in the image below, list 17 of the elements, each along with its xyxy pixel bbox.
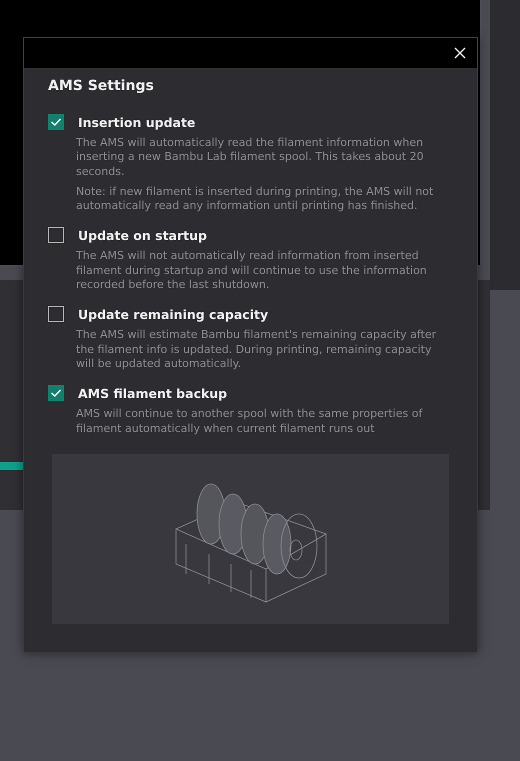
check-icon	[50, 388, 62, 398]
option-description: The AMS will not automatically read information from inserted filament during startup and will continue to use the information recorded before the last shutdown.	[76, 249, 428, 292]
close-icon	[454, 47, 466, 59]
option-description: AMS will continue to another spool with the same properties of filament automatically when current filament runs out	[76, 407, 424, 436]
option-description: The AMS will automatically read the filament information when inserting a new Bambu Lab filament spool. This takes about 20 seconds.	[76, 136, 425, 179]
checkbox[interactable]	[48, 227, 64, 244]
checkbox[interactable]	[48, 306, 64, 322]
dialog-title: AMS Settings	[48, 78, 155, 94]
option-label: Insertion update	[78, 114, 196, 130]
option-label: Update on startup	[78, 228, 207, 243]
option-description: The AMS will estimate Bambu filament's remaining capacity after the filament info is updated. During printing, remaining capacity will be updated automatically.	[76, 328, 438, 372]
option-description: Note: if new filament is inserted during printing, the AMS will not automatically read any information until printing has finished.	[76, 184, 434, 214]
option-label: AMS filament backup	[78, 386, 228, 401]
checkbox[interactable]	[48, 114, 64, 130]
checkbox[interactable]	[48, 385, 64, 402]
option-label: Update remaining capacity	[78, 306, 268, 322]
check-icon	[50, 117, 62, 127]
